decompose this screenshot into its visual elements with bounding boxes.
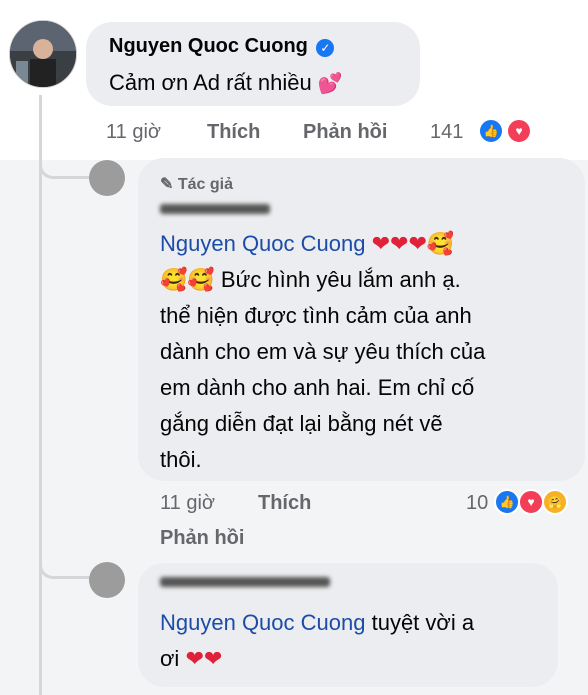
reply-line: Bức hình yêu lắm anh ạ. (220, 267, 461, 292)
comment-author[interactable]: Nguyen Quoc Cuong (109, 35, 308, 57)
hearts-emoji: ❤❤❤🥰 (371, 231, 455, 256)
redacted-name (160, 577, 330, 587)
redacted-name (160, 204, 270, 214)
reply-avatar[interactable] (89, 562, 125, 598)
pencil-icon: ✎ (160, 176, 174, 193)
reply-time-text: 11 giờ (160, 492, 215, 514)
reply-avatar[interactable] (89, 160, 125, 196)
reply-line: thể hiện được tình cảm của anh (160, 303, 472, 328)
reply-line: gắng diễn đạt lại bằng nét vẽ (160, 411, 443, 436)
author-badge-label: Tác giả (177, 176, 233, 193)
love-reaction-icon: ♥ (506, 118, 532, 144)
reply-line: em dành cho anh hai. Em chỉ cố (160, 375, 475, 400)
hug-emoji: 🥰🥰 (160, 267, 215, 292)
thread-connector (39, 540, 92, 579)
reply-button[interactable]: Phản hồi (160, 527, 244, 550)
avatar-photo (10, 21, 76, 87)
comment-actions: 11 giờ (106, 121, 161, 144)
comment-text: Cảm ơn Ad rất nhiều 💕 (109, 65, 343, 102)
author-badge: ✎ Tác giả (160, 174, 233, 194)
reaction-count[interactable]: 10 (466, 492, 488, 515)
reply-bubble: Nguyen Quoc Cuong tuyệt vời a ơi ❤❤ (138, 563, 558, 687)
comment-bubble: Nguyen Quoc Cuong ✓ Cảm ơn Ad rất nhiều … (86, 22, 420, 106)
reply-line: ơi (160, 646, 180, 671)
comment-header: Nguyen Quoc Cuong ✓ (109, 35, 335, 58)
like-button[interactable]: Thích (258, 492, 311, 515)
care-reaction-icon: 🤗 (542, 489, 568, 515)
author-avatar[interactable] (9, 20, 77, 88)
mention-link[interactable]: Nguyen Quoc Cuong (160, 610, 365, 635)
reply-line: tuyệt vời a (371, 610, 475, 635)
reaction-count[interactable]: 141 (430, 121, 463, 144)
love-reaction-icon: ♥ (518, 489, 544, 515)
mention-link[interactable]: Nguyen Quoc Cuong (160, 231, 365, 256)
reply-text: Nguyen Quoc Cuong tuyệt vời a ơi ❤❤ (160, 605, 474, 677)
reply-bubble: ✎ Tác giả Nguyen Quoc Cuong ❤❤❤🥰 🥰🥰 Bức … (138, 158, 585, 481)
hearts-emoji: 💕 (317, 73, 343, 95)
like-button[interactable]: Thích (207, 121, 260, 144)
thread-line (39, 95, 42, 695)
reply-text: Nguyen Quoc Cuong ❤❤❤🥰 🥰🥰 Bức hình yêu l… (160, 226, 485, 478)
like-reaction-icon: 👍 (494, 489, 520, 515)
reply-line: dành cho em và sự yêu thích của (160, 339, 486, 364)
thread-connector (39, 140, 92, 179)
verified-badge-icon: ✓ (316, 38, 335, 57)
like-reaction-icon: 👍 (478, 118, 504, 144)
reply-line: thôi. (160, 447, 202, 472)
comment-text-body: Cảm ơn Ad rất nhiều (109, 70, 312, 95)
comment-time[interactable]: 11 giờ (106, 121, 161, 143)
reply-button[interactable]: Phản hồi (303, 121, 387, 144)
reply-time[interactable]: 11 giờ (160, 492, 215, 515)
hearts-emoji: ❤❤ (185, 646, 223, 671)
